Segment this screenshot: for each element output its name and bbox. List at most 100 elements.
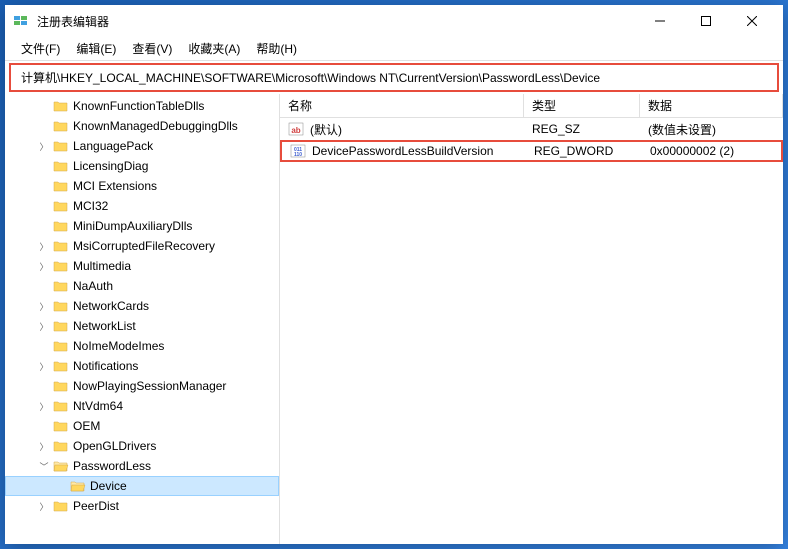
tree-item-label: LanguagePack — [73, 139, 153, 153]
tree-item[interactable]: 〉 MsiCorruptedFileRecovery — [5, 236, 279, 256]
chevron-right-icon[interactable]: 〉 — [37, 239, 51, 253]
tree-item[interactable]: LicensingDiag — [5, 156, 279, 176]
list-row[interactable]: ab(默认)REG_SZ(数值未设置) — [280, 118, 783, 140]
chevron-right-icon[interactable]: 〉 — [37, 499, 51, 513]
string-value-icon: ab — [288, 121, 304, 137]
content-area: KnownFunctionTableDlls KnownManagedDebugg… — [5, 94, 783, 544]
tree-item-label: NtVdm64 — [73, 399, 123, 413]
chevron-right-icon[interactable]: 〉 — [37, 259, 51, 273]
folder-icon — [53, 139, 69, 153]
close-button[interactable] — [729, 5, 775, 37]
folder-icon — [53, 399, 69, 413]
menubar: 文件(F) 编辑(E) 查看(V) 收藏夹(A) 帮助(H) — [5, 37, 783, 61]
folder-icon — [53, 499, 69, 513]
tree-item-label: KnownFunctionTableDlls — [73, 99, 204, 113]
chevron-right-icon[interactable]: 〉 — [37, 319, 51, 333]
folder-icon — [53, 219, 69, 233]
menu-file[interactable]: 文件(F) — [13, 38, 68, 59]
tree-item-label: OEM — [73, 419, 100, 433]
tree-item-label: NetworkCards — [73, 299, 149, 313]
folder-icon — [53, 259, 69, 273]
chevron-right-icon[interactable]: 〉 — [37, 299, 51, 313]
address-bar[interactable]: 计算机\HKEY_LOCAL_MACHINE\SOFTWARE\Microsof… — [9, 63, 779, 92]
tree-item[interactable]: NowPlayingSessionManager — [5, 376, 279, 396]
tree-item-label: OpenGLDrivers — [73, 439, 156, 453]
list-header: 名称 类型 数据 — [280, 94, 783, 118]
folder-icon — [53, 239, 69, 253]
folder-icon — [53, 359, 69, 373]
tree-item[interactable]: 〉 OpenGLDrivers — [5, 436, 279, 456]
folder-icon — [53, 199, 69, 213]
column-header-name[interactable]: 名称 — [280, 94, 524, 117]
tree-pane[interactable]: KnownFunctionTableDlls KnownManagedDebugg… — [5, 94, 280, 544]
tree-item-label: MCI Extensions — [73, 179, 157, 193]
tree-item-label: Multimedia — [73, 259, 131, 273]
value-name: DevicePasswordLessBuildVersion — [312, 144, 493, 158]
tree-item[interactable]: 〉 NetworkCards — [5, 296, 279, 316]
tree-item[interactable]: NoImeModeImes — [5, 336, 279, 356]
app-icon — [13, 13, 29, 29]
tree-item[interactable]: 〉 Notifications — [5, 356, 279, 376]
chevron-right-icon[interactable]: 〉 — [37, 399, 51, 413]
minimize-button[interactable] — [637, 5, 683, 37]
value-name: (默认) — [310, 121, 342, 138]
maximize-button[interactable] — [683, 5, 729, 37]
tree-item-label: Device — [90, 479, 127, 493]
folder-icon — [53, 339, 69, 353]
chevron-right-icon[interactable]: 〉 — [37, 359, 51, 373]
menu-edit[interactable]: 编辑(E) — [68, 38, 124, 59]
column-header-type[interactable]: 类型 — [524, 94, 640, 117]
tree-item[interactable]: 〉 Multimedia — [5, 256, 279, 276]
tree-item-label: MsiCorruptedFileRecovery — [73, 239, 215, 253]
tree-item-label: PeerDist — [73, 499, 119, 513]
list-row[interactable]: 011110DevicePasswordLessBuildVersionREG_… — [280, 140, 783, 162]
chevron-right-icon[interactable]: 〉 — [37, 439, 51, 453]
tree-item[interactable]: MCI Extensions — [5, 176, 279, 196]
tree-item[interactable]: 〉 PeerDist — [5, 496, 279, 516]
folder-icon — [53, 279, 69, 293]
column-header-data[interactable]: 数据 — [640, 94, 783, 117]
tree-item-label: MCI32 — [73, 199, 108, 213]
titlebar: 注册表编辑器 — [5, 5, 783, 37]
menu-view[interactable]: 查看(V) — [124, 38, 180, 59]
menu-help[interactable]: 帮助(H) — [248, 38, 305, 59]
tree-item[interactable]: KnownFunctionTableDlls — [5, 96, 279, 116]
folder-icon — [53, 179, 69, 193]
list-pane: 名称 类型 数据 ab(默认)REG_SZ(数值未设置)011110Device… — [280, 94, 783, 544]
tree-item[interactable]: MCI32 — [5, 196, 279, 216]
chevron-right-icon[interactable]: 〉 — [37, 139, 51, 153]
svg-text:110: 110 — [294, 152, 302, 158]
close-icon — [747, 16, 757, 26]
folder-icon — [53, 119, 69, 133]
tree-item[interactable]: Device — [5, 476, 279, 496]
tree-item[interactable]: MiniDumpAuxiliaryDlls — [5, 216, 279, 236]
folder-icon — [70, 479, 86, 493]
chevron-down-icon[interactable]: ﹀ — [37, 459, 51, 473]
binary-value-icon: 011110 — [290, 143, 306, 159]
tree-item-label: NaAuth — [73, 279, 113, 293]
folder-icon — [53, 319, 69, 333]
tree-item-label: LicensingDiag — [73, 159, 148, 173]
tree-item-label: NoImeModeImes — [73, 339, 164, 353]
window-controls — [637, 5, 775, 37]
tree-item-label: MiniDumpAuxiliaryDlls — [73, 219, 192, 233]
value-data-cell: 0x00000002 (2) — [642, 144, 781, 158]
tree-item-label: Notifications — [73, 359, 138, 373]
tree-item[interactable]: 〉 NetworkList — [5, 316, 279, 336]
tree-item[interactable]: NaAuth — [5, 276, 279, 296]
svg-text:ab: ab — [291, 126, 300, 135]
registry-editor-window: 注册表编辑器 文件(F) 编辑(E) 查看(V) 收藏夹(A) 帮助(H) 计算… — [5, 5, 783, 544]
minimize-icon — [655, 16, 665, 26]
folder-icon — [53, 299, 69, 313]
menu-favorites[interactable]: 收藏夹(A) — [180, 38, 248, 59]
folder-icon — [53, 459, 69, 473]
tree-item[interactable]: KnownManagedDebuggingDlls — [5, 116, 279, 136]
tree-item[interactable]: 〉 NtVdm64 — [5, 396, 279, 416]
tree-item[interactable]: 〉 LanguagePack — [5, 136, 279, 156]
tree-item-label: NetworkList — [73, 319, 136, 333]
tree-item[interactable]: OEM — [5, 416, 279, 436]
folder-icon — [53, 99, 69, 113]
maximize-icon — [701, 16, 711, 26]
folder-icon — [53, 439, 69, 453]
tree-item[interactable]: ﹀PasswordLess — [5, 456, 279, 476]
